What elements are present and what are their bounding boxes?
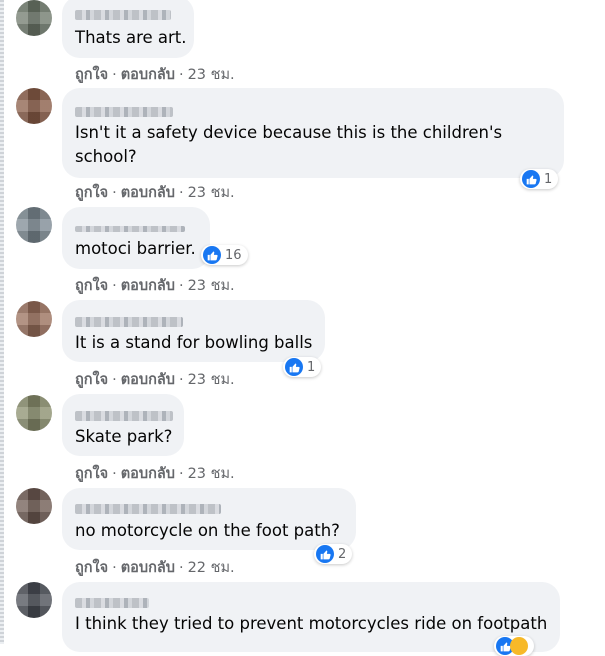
comment-text: no motorcycle on the foot path? xyxy=(75,521,340,540)
reaction-count-badge[interactable] xyxy=(494,636,534,656)
reply-link[interactable]: ตอบกลับ xyxy=(121,560,175,576)
comment-bubble: It is a stand for bowling balls xyxy=(62,300,325,362)
timestamp[interactable]: 23 ชม. xyxy=(188,67,235,83)
like-link[interactable]: ถูกใจ xyxy=(75,466,108,482)
thumbs-up-icon xyxy=(522,170,540,188)
timestamp[interactable]: 22 ชม. xyxy=(188,560,235,576)
comment-text: Isn't it a safety device because this is… xyxy=(75,123,503,166)
timestamp[interactable]: 23 ชม. xyxy=(188,466,235,482)
comment-actions: ถูกใจ · ตอบกลับ · 23 ชม. xyxy=(75,63,235,86)
comment-actions: ถูกใจ · ตอบกลับ · 23 ชม. xyxy=(75,181,235,204)
avatar[interactable] xyxy=(16,582,52,618)
separator: · xyxy=(178,67,184,83)
like-link[interactable]: ถูกใจ xyxy=(75,67,108,83)
timestamp[interactable]: 23 ชม. xyxy=(188,278,235,294)
thumbs-up-icon xyxy=(203,246,221,264)
avatar[interactable] xyxy=(16,207,52,243)
avatar[interactable] xyxy=(16,301,52,337)
reaction-count-badge[interactable]: 1 xyxy=(283,357,322,377)
separator: · xyxy=(112,560,117,576)
reaction-count: 1 xyxy=(307,359,316,375)
comment-bubble: no motorcycle on the foot path? xyxy=(62,488,356,550)
timestamp[interactable]: 23 ชม. xyxy=(188,185,235,201)
thumbs-up-icon xyxy=(316,545,334,563)
reply-link[interactable]: ตอบกลับ xyxy=(121,185,175,201)
comment-actions: ถูกใจ · ตอบกลับ · 23 ชม. xyxy=(75,368,235,391)
reply-link[interactable]: ตอบกลับ xyxy=(121,372,175,388)
reaction-count: 16 xyxy=(225,247,242,263)
commenter-name-blurred[interactable] xyxy=(75,107,173,117)
commenter-name-blurred[interactable] xyxy=(75,598,149,608)
comment-text: motoci barrier. xyxy=(75,239,196,258)
avatar[interactable] xyxy=(16,395,52,431)
comment-text: Skate park? xyxy=(75,427,173,446)
reply-link[interactable]: ตอบกลับ xyxy=(121,466,175,482)
commenter-name-blurred[interactable] xyxy=(75,411,173,421)
comment-bubble: Thats are art. xyxy=(62,0,194,58)
like-link[interactable]: ถูกใจ xyxy=(75,185,108,201)
commenter-name-blurred[interactable] xyxy=(75,226,185,232)
separator: · xyxy=(178,560,184,576)
separator: · xyxy=(178,372,184,388)
reply-link[interactable]: ตอบกลับ xyxy=(121,67,175,83)
like-link[interactable]: ถูกใจ xyxy=(75,278,108,294)
like-link[interactable]: ถูกใจ xyxy=(75,560,108,576)
comment-text: Thats are art. xyxy=(75,28,187,47)
separator: · xyxy=(112,185,117,201)
separator: · xyxy=(112,67,117,83)
comment-bubble: Skate park? xyxy=(62,394,184,456)
separator: · xyxy=(112,278,117,294)
comment-actions: ถูกใจ · ตอบกลับ · 23 ชม. xyxy=(75,462,235,485)
separator: · xyxy=(112,372,117,388)
thumbs-up-icon xyxy=(285,358,303,376)
timestamp[interactable]: 23 ชม. xyxy=(188,372,235,388)
reply-link[interactable]: ตอบกลับ xyxy=(121,278,175,294)
comment-actions: ถูกใจ · ตอบกลับ · 23 ชม. xyxy=(75,274,235,297)
comment-text: It is a stand for bowling balls xyxy=(75,333,313,352)
comment-text: I think they tried to prevent motorcycle… xyxy=(75,614,548,633)
laughing-face-icon xyxy=(510,637,528,655)
reaction-count-badge[interactable]: 2 xyxy=(314,544,353,564)
comment-bubble: I think they tried to prevent motorcycle… xyxy=(62,582,560,652)
commenter-name-blurred[interactable] xyxy=(75,317,183,327)
avatar[interactable] xyxy=(16,0,52,36)
avatar[interactable] xyxy=(16,488,52,524)
separator: · xyxy=(112,466,117,482)
separator: · xyxy=(178,466,184,482)
comment-bubble: motoci barrier. xyxy=(62,207,210,269)
commenter-name-blurred[interactable] xyxy=(75,504,221,514)
like-link[interactable]: ถูกใจ xyxy=(75,372,108,388)
reaction-count: 1 xyxy=(544,171,553,187)
separator: · xyxy=(178,278,184,294)
thread-rail xyxy=(0,0,4,644)
separator: · xyxy=(178,185,184,201)
avatar[interactable] xyxy=(16,88,52,124)
reaction-count-badge[interactable]: 16 xyxy=(201,245,248,265)
comment-bubble: Isn't it a safety device because this is… xyxy=(62,88,564,178)
comment-actions: ถูกใจ · ตอบกลับ · 22 ชม. xyxy=(75,556,235,579)
reaction-count-badge[interactable]: 1 xyxy=(520,169,559,189)
commenter-name-blurred[interactable] xyxy=(75,10,171,20)
reaction-count: 2 xyxy=(338,546,347,562)
